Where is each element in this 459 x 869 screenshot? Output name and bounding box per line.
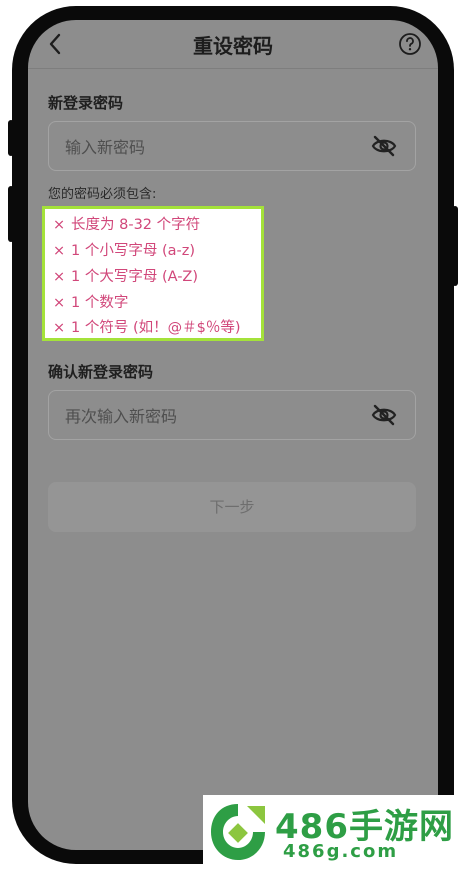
new-password-input[interactable] (63, 122, 367, 172)
cross-icon: × (53, 320, 66, 336)
page-title: 重设密码 (193, 34, 273, 58)
confirm-password-label: 确认新登录密码 (48, 363, 154, 381)
nav-header: 重设密码 (28, 20, 438, 69)
confirm-password-field[interactable] (48, 390, 416, 441)
cross-icon: × (53, 295, 66, 311)
help-circle-icon[interactable] (398, 32, 422, 56)
watermark-logo-icon (207, 800, 269, 864)
phone-side-button (8, 120, 14, 156)
requirement-item-uppercase: × 1 个大写字母 (A-Z) (53, 269, 199, 285)
watermark-url: 486g.com (283, 841, 399, 862)
confirm-password-input[interactable] (63, 391, 367, 441)
requirement-item-lowercase: × 1 个小写字母 (a-z) (53, 243, 195, 259)
requirements-caption: 您的密码必须包含: (48, 187, 157, 202)
requirement-item-symbol: × 1 个符号 (如！@＃$％等) (53, 320, 241, 336)
new-password-label: 新登录密码 (48, 94, 124, 112)
next-step-button[interactable]: 下一步 (48, 482, 416, 532)
requirement-item-number: × 1 个数字 (53, 295, 129, 311)
phone-volume-button (8, 186, 14, 242)
phone-power-button (452, 206, 458, 286)
password-requirements-list: × 长度为 8-32 个字符 × 1 个小写字母 (a-z) × 1 个大写字母 (A… (42, 206, 264, 341)
new-password-field[interactable] (48, 121, 416, 172)
eye-off-icon[interactable] (371, 404, 397, 426)
cross-icon: × (53, 217, 66, 233)
requirement-item-length: × 长度为 8-32 个字符 (53, 217, 201, 233)
cross-icon: × (53, 243, 66, 259)
cross-icon: × (53, 269, 66, 285)
app-screen: 重设密码 新登录密码 您的密码必须包含: × 长度为 8-32 个字符 × 1 个小… (28, 20, 438, 850)
eye-off-icon[interactable] (371, 135, 397, 157)
site-watermark: 486手游网 486g.com (203, 795, 459, 869)
